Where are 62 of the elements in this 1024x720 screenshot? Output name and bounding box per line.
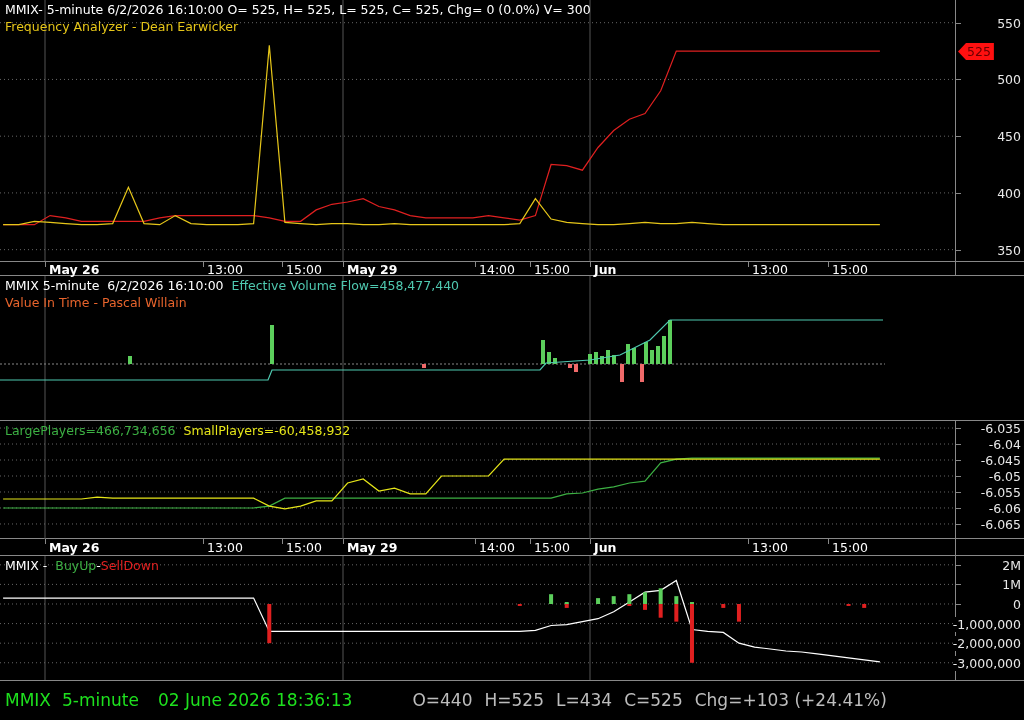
status-text: L=434 xyxy=(555,688,613,712)
legend-text: Value In Time - Pascal Willain xyxy=(5,294,187,311)
status-text: Chg=+103 (+24.41%) xyxy=(694,688,887,712)
legend-text: LargePlayers=466,734,656 xyxy=(5,422,176,439)
time-label: 14:00 xyxy=(479,540,516,556)
time-label: 15:00 xyxy=(286,540,323,556)
legend-text: - xyxy=(96,557,101,574)
sell-bar xyxy=(267,604,272,644)
legend-text: Frequency Analyzer - Dean Earwicker xyxy=(5,18,239,35)
time-label: 15:00 xyxy=(832,261,869,278)
status-text: H=525 xyxy=(484,688,544,712)
time-label: 15:00 xyxy=(534,261,571,278)
status-text: 02 June 2026 18:36:13 xyxy=(157,688,353,712)
legend-text: MMIX- 5-minute 6/2/2026 16:10:00 O= 525, H= 525, L= 525, C= 525, Chg= 0 (0.0%) V= 300 xyxy=(5,1,591,18)
axis-label: -6.05 xyxy=(988,469,1021,484)
buy-bar xyxy=(549,594,554,604)
buy-bar xyxy=(611,596,616,604)
buy-bar xyxy=(627,594,632,604)
time-label: May 29 xyxy=(347,540,398,556)
time-label: Jun xyxy=(594,261,617,278)
time-label: Jun xyxy=(594,540,617,556)
legend-text: MMIX 5-minute 6/2/2026 16:10:00 xyxy=(5,277,224,294)
legend-text: BuyUp xyxy=(55,557,97,574)
sell-bar xyxy=(721,604,726,608)
legend-text: MMIX - xyxy=(5,557,48,574)
time-label: 14:00 xyxy=(479,261,516,278)
time-label: 15:00 xyxy=(286,261,323,278)
axis-label: -6.04 xyxy=(988,437,1021,452)
time-label: 13:00 xyxy=(752,261,789,278)
time-label: May 26 xyxy=(49,261,100,278)
sell-bar xyxy=(736,604,741,622)
legend-text: Effective Volume Flow=458,477,440 xyxy=(231,277,460,294)
time-label: 15:00 xyxy=(832,540,869,556)
status-text: O=440 xyxy=(412,688,473,712)
status-text: MMIX xyxy=(5,688,51,712)
buy-bar xyxy=(658,588,663,604)
axis-label: -6.055 xyxy=(980,485,1021,500)
axis-label: -3,000,000 xyxy=(952,655,1021,671)
buy-bar xyxy=(643,592,647,604)
sell-bar xyxy=(862,604,867,608)
status-text: 5-minute xyxy=(62,688,139,712)
time-label: 13:00 xyxy=(207,540,244,556)
buy-bar xyxy=(674,596,679,604)
sell-bar xyxy=(564,604,569,608)
sell-bar xyxy=(643,604,647,610)
axis-label: -1,000,000 xyxy=(952,616,1021,632)
legend-text: SellDown xyxy=(100,557,159,574)
time-label: 13:00 xyxy=(752,540,789,556)
axis-label: -2,000,000 xyxy=(952,636,1021,652)
time-label: May 26 xyxy=(49,540,100,556)
buy-bar xyxy=(596,598,601,604)
axis-label: -6.045 xyxy=(980,453,1021,468)
sell-bar xyxy=(674,604,679,622)
time-label: May 29 xyxy=(347,261,398,278)
axis-label: 0 xyxy=(1013,597,1021,612)
sell-bar xyxy=(658,604,663,618)
sell-bar xyxy=(690,604,694,663)
status-text: C=525 xyxy=(624,688,683,712)
time-label: 13:00 xyxy=(207,261,244,278)
time-label: 15:00 xyxy=(534,540,571,556)
legend-text: SmallPlayers=-60,458,932 xyxy=(183,422,351,439)
price-tag: 525 xyxy=(958,43,994,61)
